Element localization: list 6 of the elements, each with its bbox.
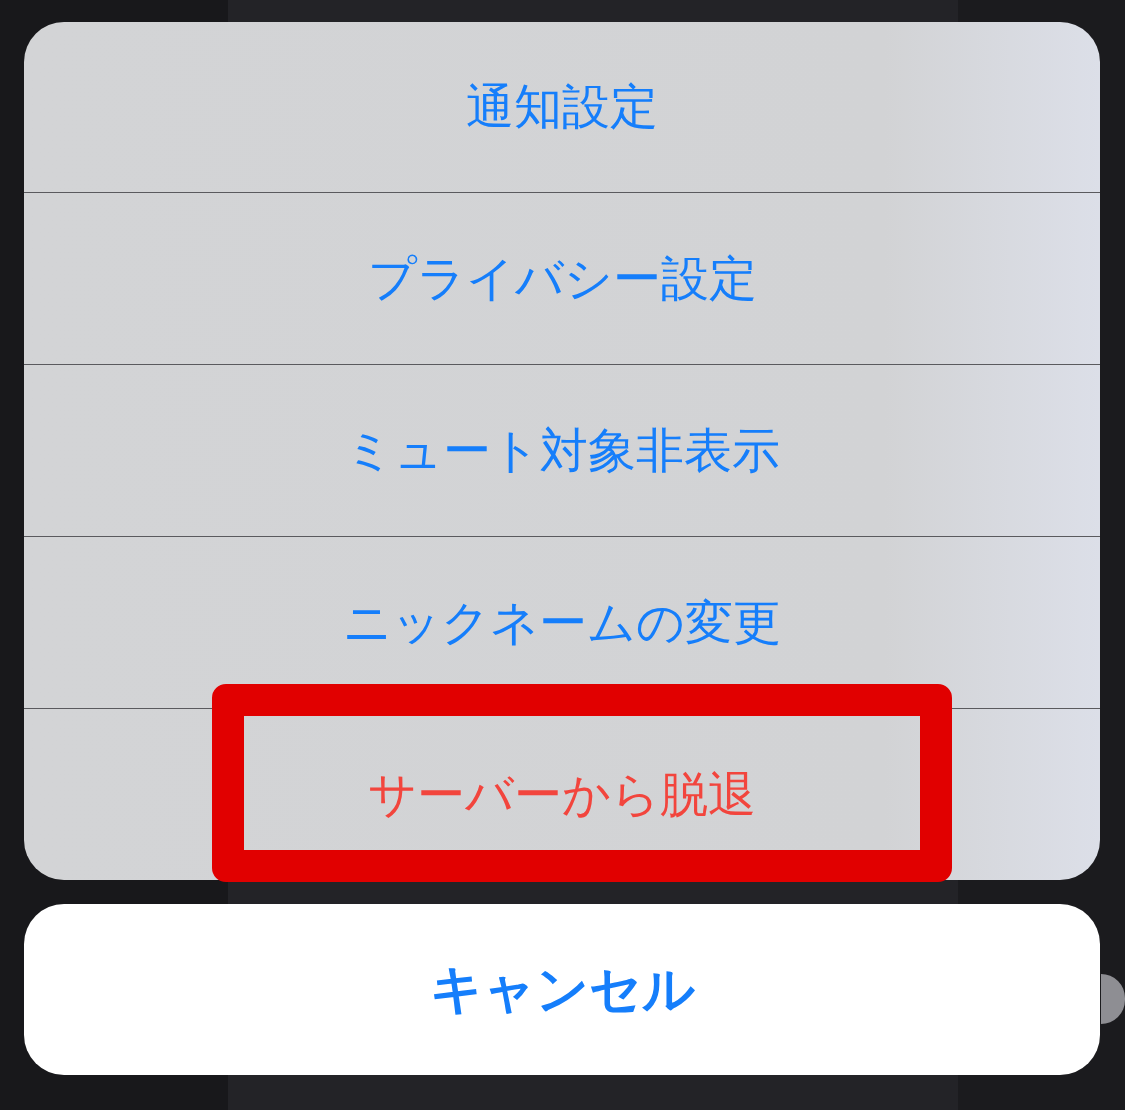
- menu-item[interactable]: 通知設定: [24, 22, 1100, 192]
- menu-item[interactable]: サーバーから脱退: [24, 708, 1100, 880]
- cancel-button[interactable]: キャンセル: [24, 904, 1100, 1075]
- menu-item[interactable]: ニックネームの変更: [24, 536, 1100, 708]
- menu-item[interactable]: ミュート対象非表示: [24, 364, 1100, 536]
- menu-item[interactable]: プライバシー設定: [24, 192, 1100, 364]
